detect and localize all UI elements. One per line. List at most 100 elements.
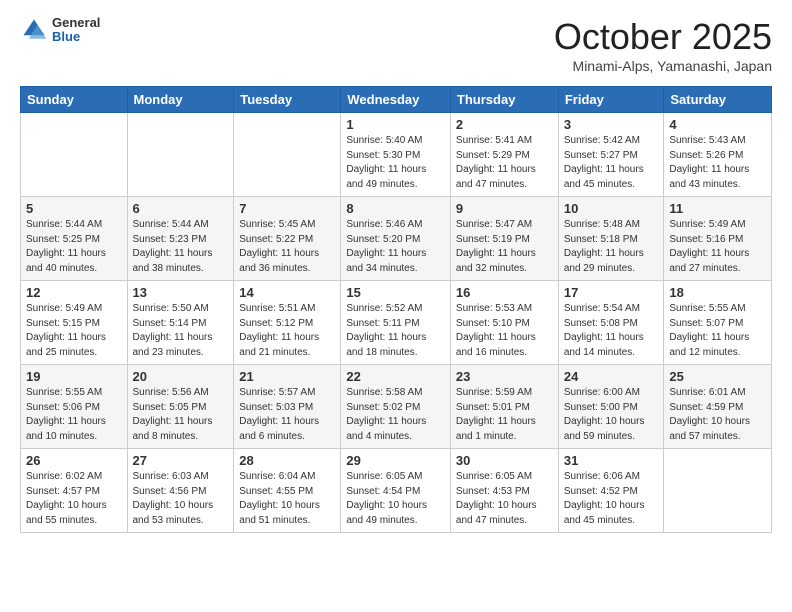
weekday-header-friday: Friday (558, 87, 664, 113)
calendar-cell: 21 Sunrise: 5:57 AM Sunset: 5:03 PM Dayli… (234, 365, 341, 449)
day-info: Sunrise: 6:00 AM Sunset: 5:00 PM Dayligh… (564, 386, 659, 444)
calendar-cell: 12 Sunrise: 5:49 AM Sunset: 5:15 PM Dayli… (21, 281, 128, 365)
calendar-cell: 8 Sunrise: 5:46 AM Sunset: 5:20 PM Daylig… (341, 197, 451, 281)
calendar-cell: 26 Sunrise: 6:02 AM Sunset: 4:57 PM Dayli… (21, 449, 128, 533)
calendar-week-4: 19 Sunrise: 5:55 AM Sunset: 5:06 PM Dayli… (21, 365, 772, 449)
day-number: 5 (26, 201, 122, 216)
day-number: 2 (456, 117, 553, 132)
calendar-week-3: 12 Sunrise: 5:49 AM Sunset: 5:15 PM Dayli… (21, 281, 772, 365)
calendar-cell: 2Sunrise: 5:41 AM Sunset: 5:29 PM Daylig… (450, 113, 558, 197)
day-info: Sunrise: 5:48 AM Sunset: 5:18 PM Dayligh… (564, 218, 659, 276)
calendar-cell: 11 Sunrise: 5:49 AM Sunset: 5:16 PM Dayli… (664, 197, 772, 281)
day-number: 20 (133, 369, 229, 384)
day-number: 19 (26, 369, 122, 384)
calendar-cell (21, 113, 128, 197)
day-number: 14 (239, 285, 335, 300)
calendar-cell: 27 Sunrise: 6:03 AM Sunset: 4:56 PM Dayli… (127, 449, 234, 533)
day-number: 24 (564, 369, 659, 384)
calendar-cell: 13 Sunrise: 5:50 AM Sunset: 5:14 PM Dayli… (127, 281, 234, 365)
day-info: Sunrise: 5:57 AM Sunset: 5:03 PM Dayligh… (239, 386, 335, 444)
day-number: 27 (133, 453, 229, 468)
day-info: Sunrise: 5:50 AM Sunset: 5:14 PM Dayligh… (133, 302, 229, 360)
weekday-header-thursday: Thursday (450, 87, 558, 113)
weekday-header-row: SundayMondayTuesdayWednesdayThursdayFrid… (21, 87, 772, 113)
day-number: 22 (346, 369, 445, 384)
weekday-header-wednesday: Wednesday (341, 87, 451, 113)
day-info: Sunrise: 6:03 AM Sunset: 4:56 PM Dayligh… (133, 470, 229, 528)
calendar-cell: 29Sunrise: 6:05 AM Sunset: 4:54 PM Dayli… (341, 449, 451, 533)
month-title: October 2025 (554, 16, 772, 58)
page: General Blue October 2025 Minami-Alps, Y… (0, 0, 792, 549)
day-info: Sunrise: 6:06 AM Sunset: 4:52 PM Dayligh… (564, 470, 659, 528)
day-number: 26 (26, 453, 122, 468)
day-number: 18 (669, 285, 766, 300)
day-info: Sunrise: 5:55 AM Sunset: 5:06 PM Dayligh… (26, 386, 122, 444)
day-info: Sunrise: 5:54 AM Sunset: 5:08 PM Dayligh… (564, 302, 659, 360)
day-info: Sunrise: 5:42 AM Sunset: 5:27 PM Dayligh… (564, 134, 659, 192)
calendar-cell: 10 Sunrise: 5:48 AM Sunset: 5:18 PM Dayli… (558, 197, 664, 281)
day-info: Sunrise: 5:49 AM Sunset: 5:16 PM Dayligh… (669, 218, 766, 276)
day-number: 28 (239, 453, 335, 468)
day-number: 30 (456, 453, 553, 468)
day-number: 16 (456, 285, 553, 300)
calendar-cell (664, 449, 772, 533)
day-info: Sunrise: 5:49 AM Sunset: 5:15 PM Dayligh… (26, 302, 122, 360)
weekday-header-sunday: Sunday (21, 87, 128, 113)
day-number: 17 (564, 285, 659, 300)
day-info: Sunrise: 5:52 AM Sunset: 5:11 PM Dayligh… (346, 302, 445, 360)
logo: General Blue (20, 16, 100, 45)
calendar-cell: 28 Sunrise: 6:04 AM Sunset: 4:55 PM Dayli… (234, 449, 341, 533)
calendar-cell: 31 Sunrise: 6:06 AM Sunset: 4:52 PM Dayli… (558, 449, 664, 533)
day-info: Sunrise: 5:55 AM Sunset: 5:07 PM Dayligh… (669, 302, 766, 360)
day-info: Sunrise: 5:47 AM Sunset: 5:19 PM Dayligh… (456, 218, 553, 276)
day-info: Sunrise: 6:01 AM Sunset: 4:59 PM Dayligh… (669, 386, 766, 444)
weekday-header-tuesday: Tuesday (234, 87, 341, 113)
day-number: 10 (564, 201, 659, 216)
calendar-cell: 24 Sunrise: 6:00 AM Sunset: 5:00 PM Dayli… (558, 365, 664, 449)
logo-blue: Blue (52, 30, 100, 44)
calendar-cell: 16Sunrise: 5:53 AM Sunset: 5:10 PM Dayli… (450, 281, 558, 365)
day-number: 29 (346, 453, 445, 468)
day-info: Sunrise: 5:59 AM Sunset: 5:01 PM Dayligh… (456, 386, 553, 444)
day-number: 21 (239, 369, 335, 384)
calendar-cell: 1Sunrise: 5:40 AM Sunset: 5:30 PM Daylig… (341, 113, 451, 197)
day-info: Sunrise: 5:44 AM Sunset: 5:25 PM Dayligh… (26, 218, 122, 276)
calendar-cell (127, 113, 234, 197)
logo-general: General (52, 16, 100, 30)
day-info: Sunrise: 5:51 AM Sunset: 5:12 PM Dayligh… (239, 302, 335, 360)
day-number: 31 (564, 453, 659, 468)
header: General Blue October 2025 Minami-Alps, Y… (20, 16, 772, 74)
day-number: 15 (346, 285, 445, 300)
day-number: 8 (346, 201, 445, 216)
day-info: Sunrise: 6:02 AM Sunset: 4:57 PM Dayligh… (26, 470, 122, 528)
day-number: 11 (669, 201, 766, 216)
day-number: 12 (26, 285, 122, 300)
calendar-cell: 15 Sunrise: 5:52 AM Sunset: 5:11 PM Dayli… (341, 281, 451, 365)
day-info: Sunrise: 6:04 AM Sunset: 4:55 PM Dayligh… (239, 470, 335, 528)
calendar-cell: 25 Sunrise: 6:01 AM Sunset: 4:59 PM Dayli… (664, 365, 772, 449)
day-info: Sunrise: 5:58 AM Sunset: 5:02 PM Dayligh… (346, 386, 445, 444)
day-number: 9 (456, 201, 553, 216)
day-info: Sunrise: 5:46 AM Sunset: 5:20 PM Dayligh… (346, 218, 445, 276)
calendar-cell: 23 Sunrise: 5:59 AM Sunset: 5:01 PM Dayli… (450, 365, 558, 449)
calendar-week-2: 5 Sunrise: 5:44 AM Sunset: 5:25 PM Daylig… (21, 197, 772, 281)
day-number: 4 (669, 117, 766, 132)
weekday-header-monday: Monday (127, 87, 234, 113)
logo-text: General Blue (52, 16, 100, 45)
calendar-cell: 7Sunrise: 5:45 AM Sunset: 5:22 PM Daylig… (234, 197, 341, 281)
subtitle: Minami-Alps, Yamanashi, Japan (554, 58, 772, 74)
calendar-cell: 4 Sunrise: 5:43 AM Sunset: 5:26 PM Daylig… (664, 113, 772, 197)
day-number: 1 (346, 117, 445, 132)
day-number: 7 (239, 201, 335, 216)
calendar: SundayMondayTuesdayWednesdayThursdayFrid… (20, 86, 772, 533)
calendar-cell: 20Sunrise: 5:56 AM Sunset: 5:05 PM Dayli… (127, 365, 234, 449)
weekday-header-saturday: Saturday (664, 87, 772, 113)
title-section: October 2025 Minami-Alps, Yamanashi, Jap… (554, 16, 772, 74)
calendar-cell: 19 Sunrise: 5:55 AM Sunset: 5:06 PM Dayli… (21, 365, 128, 449)
day-number: 13 (133, 285, 229, 300)
day-number: 23 (456, 369, 553, 384)
day-info: Sunrise: 6:05 AM Sunset: 4:53 PM Dayligh… (456, 470, 553, 528)
day-number: 25 (669, 369, 766, 384)
calendar-cell: 3Sunrise: 5:42 AM Sunset: 5:27 PM Daylig… (558, 113, 664, 197)
day-info: Sunrise: 5:43 AM Sunset: 5:26 PM Dayligh… (669, 134, 766, 192)
